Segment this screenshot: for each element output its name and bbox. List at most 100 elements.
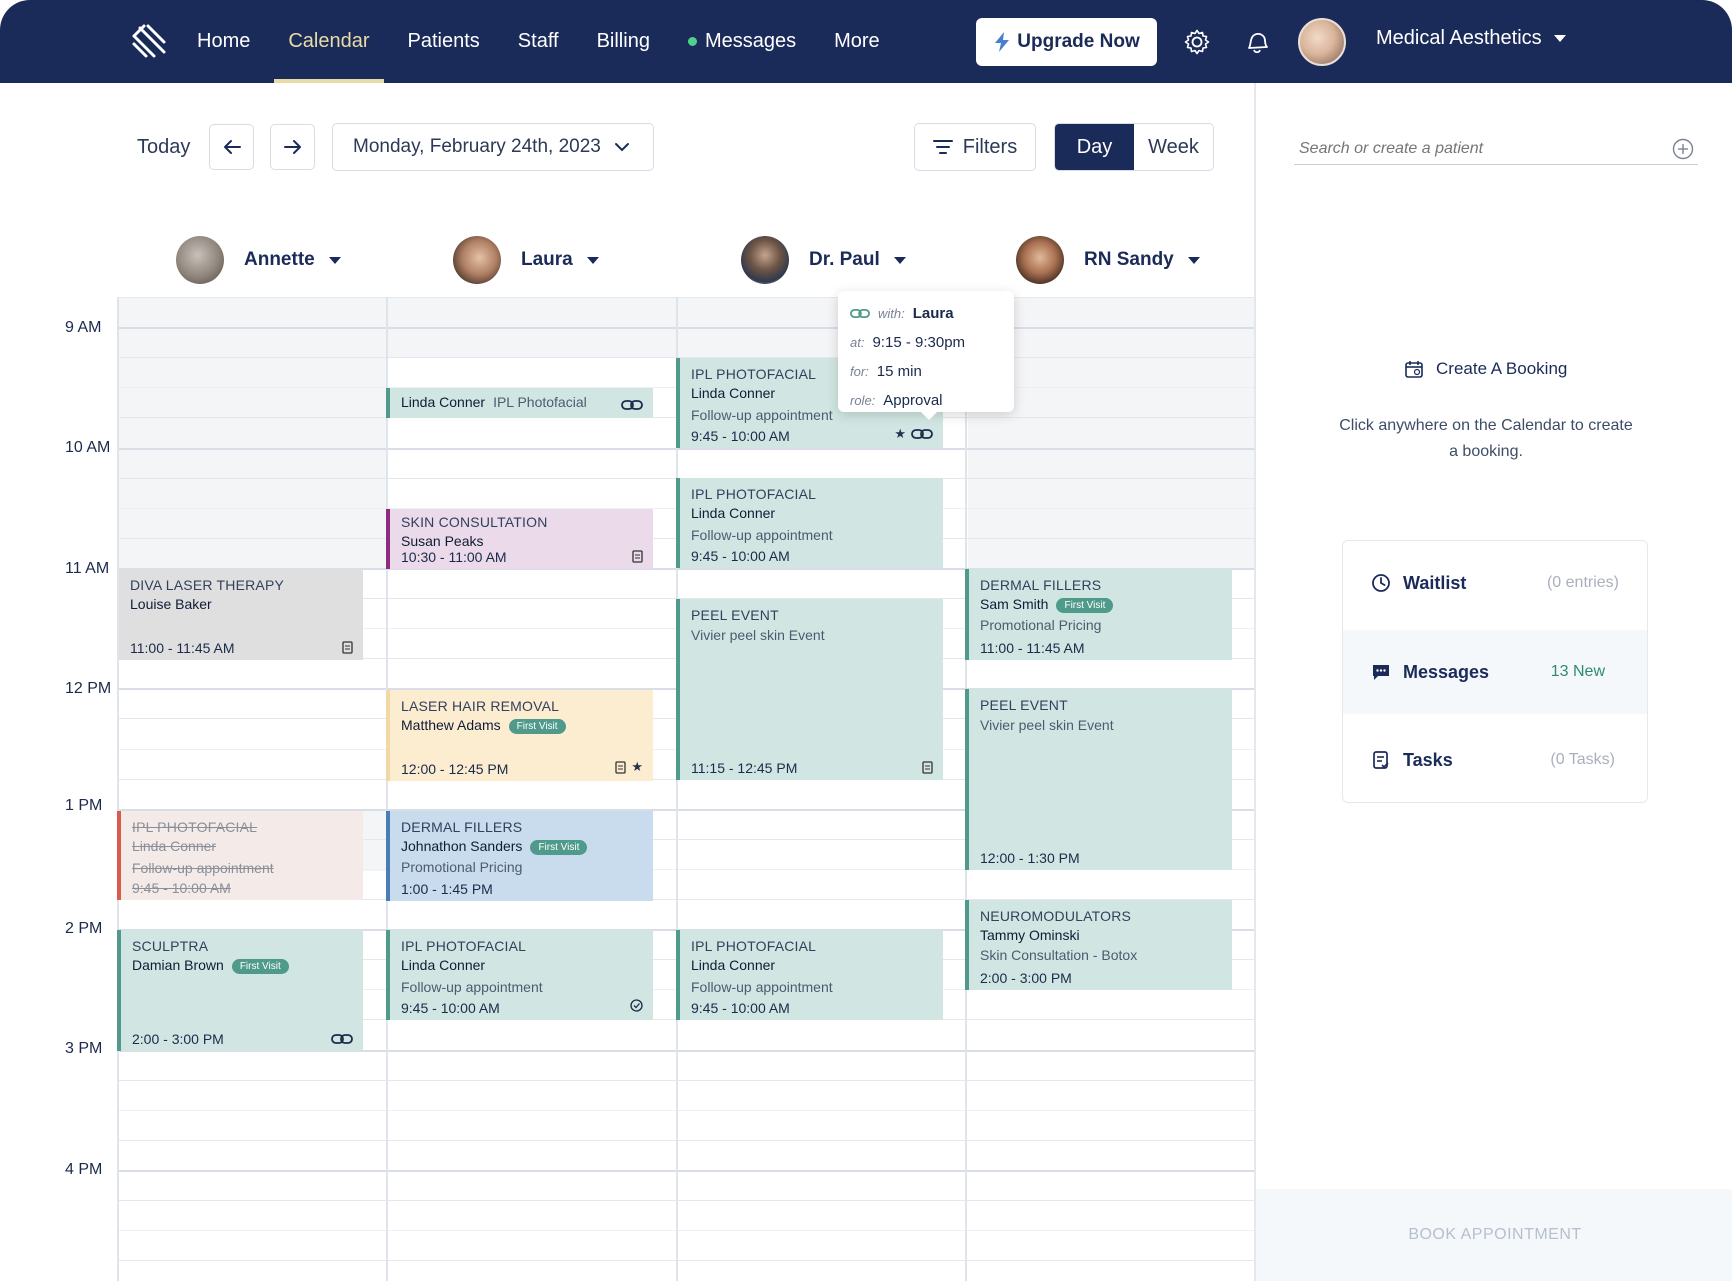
nav-more[interactable]: More xyxy=(834,0,880,83)
appointment-title: IPL PHOTOFACIAL xyxy=(401,938,527,954)
appointment-card[interactable]: IPL PHOTOFACIAL Linda Conner Follow-up a… xyxy=(676,930,943,1020)
patient-name: Sam Smith xyxy=(980,596,1049,612)
filters-button[interactable]: Filters xyxy=(914,123,1036,171)
appointment-card[interactable]: DERMAL FILLERS Sam Smith First Visit Prom… xyxy=(965,569,1232,660)
user-avatar[interactable] xyxy=(1298,18,1346,66)
caret-down-icon xyxy=(328,256,341,264)
add-circle-icon[interactable] xyxy=(1672,138,1694,160)
appointment-card[interactable]: DERMAL FILLERS Johnathon Sanders First Vi… xyxy=(386,811,653,901)
appointment-card[interactable]: IPL PHOTOFACIAL Linda Conner Follow-up a… xyxy=(676,478,943,568)
appointment-subtitle: Follow-up appointment xyxy=(691,979,833,995)
appointment-card[interactable]: PEEL EVENT Vivier peel skin Event 11:15 … xyxy=(676,599,943,780)
upgrade-button[interactable]: Upgrade Now xyxy=(976,18,1157,66)
appointment-time: 11:00 - 11:45 AM xyxy=(980,640,1085,656)
appointment-card-cancelled[interactable]: IPL PHOTOFACIAL Linda Conner Follow-up a… xyxy=(117,811,363,900)
document-icon xyxy=(615,760,626,774)
filters-label: Filters xyxy=(962,135,1018,158)
first-visit-badge: First Visit xyxy=(508,719,566,734)
nav-home[interactable]: Home xyxy=(197,0,250,83)
staff-header-annette[interactable]: Annette xyxy=(176,236,341,284)
prev-day-button[interactable] xyxy=(209,124,254,170)
staff-avatar xyxy=(176,236,224,284)
logo-icon[interactable] xyxy=(130,22,168,60)
appointment-title: SCULPTRA xyxy=(132,938,209,954)
chat-bubble-icon xyxy=(1373,665,1389,680)
grid-line xyxy=(117,1169,1254,1172)
org-name: Medical Aesthetics xyxy=(1376,27,1542,49)
appointment-card[interactable]: NEUROMODULATORS Tammy Ominski Skin Consu… xyxy=(965,900,1232,990)
appointment-title: NEUROMODULATORS xyxy=(980,908,1132,924)
waitlist-row[interactable]: Waitlist (0 entries) xyxy=(1343,541,1647,625)
staff-header-laura[interactable]: Laura xyxy=(453,236,599,284)
next-day-button[interactable] xyxy=(270,124,315,170)
nav-messages-label: Messages xyxy=(704,30,797,52)
lightning-icon xyxy=(995,32,1010,52)
messages-label: Messages xyxy=(1403,661,1490,682)
link-icon xyxy=(911,429,933,439)
patient-name: Johnathon Sanders xyxy=(401,838,523,854)
patient-name: Linda Conner xyxy=(691,957,776,973)
appointment-card[interactable]: IPL PHOTOFACIAL Linda Conner Follow-up a… xyxy=(386,930,653,1020)
link-icon xyxy=(621,400,643,410)
staff-name: Dr. Paul xyxy=(809,249,880,270)
appointment-time: 1:00 - 1:45 PM xyxy=(401,881,493,897)
nav-patients[interactable]: Patients xyxy=(408,0,480,83)
appointment-card[interactable]: DIVA LASER THERAPY Louise Baker 11:00 - … xyxy=(119,569,363,660)
nav-links: Home Calendar Patients Staff Billing Mes… xyxy=(197,0,918,83)
calendar-grid[interactable]: 9 AM 10 AM 11 AM 12 PM 1 PM 2 PM 3 PM 4 … xyxy=(0,297,1254,1281)
star-icon: ★ xyxy=(894,426,906,441)
nav-messages[interactable]: Messages xyxy=(687,0,797,83)
staff-header-dr-paul[interactable]: Dr. Paul xyxy=(741,236,906,284)
appointment-title: PEEL EVENT xyxy=(980,697,1068,713)
nav-billing[interactable]: Billing xyxy=(597,0,650,83)
today-button[interactable]: Today xyxy=(137,136,190,159)
create-booking-button[interactable]: Create A Booking xyxy=(1404,359,1567,379)
org-switcher[interactable]: Medical Aesthetics xyxy=(1376,27,1566,50)
view-day-button[interactable]: Day xyxy=(1055,124,1134,170)
time-label: 2 PM xyxy=(65,920,103,937)
book-appointment-button[interactable]: BOOK APPOINTMENT xyxy=(1256,1189,1732,1281)
nav-calendar[interactable]: Calendar xyxy=(274,0,384,83)
top-navigation: Home Calendar Patients Staff Billing Mes… xyxy=(0,0,1732,83)
appointment-time: 12:00 - 1:30 PM xyxy=(980,850,1080,866)
notification-bell-icon[interactable] xyxy=(1243,28,1271,56)
time-label: 3 PM xyxy=(65,1040,103,1057)
nav-staff[interactable]: Staff xyxy=(518,0,559,83)
tasks-row[interactable]: Tasks (0 Tasks) xyxy=(1343,718,1647,802)
patient-name: Louise Baker xyxy=(130,596,212,612)
appointment-title: PEEL EVENT xyxy=(691,607,779,623)
appointment-time: 12:00 - 12:45 PM xyxy=(401,761,509,777)
appointment-time: 9:45 - 10:00 AM xyxy=(132,880,231,896)
appointment-card[interactable]: Linda Conner IPL Photofacial xyxy=(386,388,653,418)
right-panel: Create A Booking Click anywhere on the C… xyxy=(1254,83,1732,1281)
view-toggle: Day Week xyxy=(1054,123,1214,171)
appointment-subtitle: Skin Consultation - Botox xyxy=(980,947,1138,963)
appointment-card[interactable]: PEEL EVENT Vivier peel skin Event 12:00 … xyxy=(965,689,1232,870)
messages-row[interactable]: Messages 13 New xyxy=(1343,630,1647,714)
tooltip-with-value: Laura xyxy=(912,305,954,322)
view-week-button[interactable]: Week xyxy=(1134,124,1213,170)
appointment-title: DERMAL FILLERS xyxy=(980,577,1102,593)
calendar-icon xyxy=(1405,361,1423,378)
appointment-title: SKIN CONSULTATION xyxy=(401,514,548,530)
appointment-time: 9:45 - 10:00 AM xyxy=(691,1000,790,1016)
patient-search-input[interactable] xyxy=(1294,139,1664,158)
staff-avatar xyxy=(453,236,501,284)
appointment-time: 9:45 - 10:00 AM xyxy=(691,548,790,564)
patient-name: Damian Brown xyxy=(132,957,224,973)
link-icon xyxy=(331,1034,353,1044)
appointment-time: 9:45 - 10:00 AM xyxy=(691,428,790,444)
appointment-title: IPL PHOTOFACIAL xyxy=(132,819,258,835)
appointment-subtitle: Vivier peel skin Event xyxy=(691,627,825,643)
appointment-card[interactable]: SCULPTRA Damian Brown First Visit 2:00 - … xyxy=(117,930,363,1051)
appointment-title: IPL PHOTOFACIAL xyxy=(691,938,817,954)
time-label: 11 AM xyxy=(65,560,110,577)
staff-header-rn-sandy[interactable]: RN Sandy xyxy=(1016,236,1200,284)
gear-icon[interactable] xyxy=(1183,28,1211,56)
appointment-card[interactable]: LASER HAIR REMOVAL Matthew Adams First Vi… xyxy=(386,690,653,781)
clock-icon xyxy=(1372,574,1390,592)
date-picker[interactable]: Monday, February 24th, 2023 xyxy=(332,123,654,171)
appointment-card[interactable]: SKIN CONSULTATION Susan Peaks 10:30 - 11… xyxy=(386,509,653,569)
time-label: 9 AM xyxy=(65,319,102,336)
patient-name: Susan Peaks xyxy=(401,533,484,549)
